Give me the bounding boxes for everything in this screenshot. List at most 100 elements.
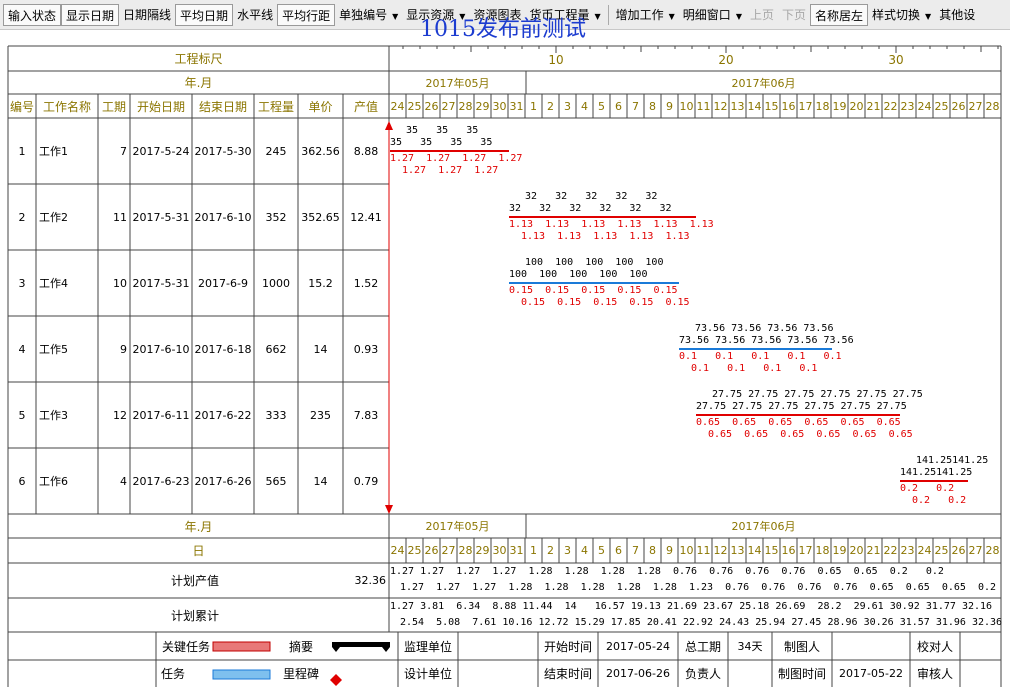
row-start: 2017-6-23 xyxy=(132,474,190,488)
top-day-cell: 21 xyxy=(866,99,881,113)
bottom-day-cell: 17 xyxy=(798,544,813,557)
row-name: 工作2 xyxy=(39,211,68,224)
bottom-day-cell: 26 xyxy=(951,544,966,557)
bottom-day-cell: 3 xyxy=(564,544,571,557)
row-end: 2017-6-18 xyxy=(194,342,252,356)
row-value: 8.88 xyxy=(353,144,379,158)
top-day-cell: 5 xyxy=(598,99,605,113)
row-id: 2 xyxy=(18,210,26,224)
supervise-unit-label: 监理单位 xyxy=(403,639,452,654)
bottom-day-cell: 30 xyxy=(492,544,507,557)
row-start: 2017-6-10 xyxy=(132,342,190,356)
bar-mid-label: 27.75 27.75 27.75 27.75 27.75 27.75 xyxy=(696,401,907,412)
bar-top-label: 27.75 27.75 27.75 27.75 27.75 27.75 xyxy=(712,389,923,400)
bottom-day-cell: 5 xyxy=(598,544,605,557)
day-label: 日 xyxy=(192,544,205,558)
bottom-day-cell: 20 xyxy=(849,544,864,557)
top-day-cell: 18 xyxy=(815,99,830,113)
bottom-day-cell: 24 xyxy=(390,544,405,557)
row-price: 15.2 xyxy=(308,276,333,290)
top-day-cell: 29 xyxy=(475,99,490,113)
row-duration: 9 xyxy=(120,342,127,356)
bar-value-label-2: 0.2 0.2 xyxy=(912,495,967,506)
maker-label: 制图人 xyxy=(783,639,820,654)
top-day-cell: 26 xyxy=(951,99,966,113)
row-price: 14 xyxy=(313,342,328,356)
row-id: 4 xyxy=(18,342,26,356)
plan_cum-line-1: 1.27 3.81 6.34 8.88 11.44 14 16.57 19.13… xyxy=(390,601,993,612)
row-id: 5 xyxy=(18,408,26,422)
end-time-label: 结束时间 xyxy=(543,667,592,681)
bar-value-label-1: 1.13 1.13 1.13 1.13 1.13 1.13 xyxy=(509,219,714,230)
legend-milestone-label: 里程碑 xyxy=(282,667,319,681)
row-value: 1.52 xyxy=(353,276,379,290)
top-day-cell: 2 xyxy=(547,99,554,113)
top-day-cell: 19 xyxy=(832,99,847,113)
checker-label: 校对人 xyxy=(916,639,953,654)
column-header-6: 单价 xyxy=(308,99,333,114)
top-day-cell: 23 xyxy=(900,99,915,113)
bottom-day-cell: 31 xyxy=(509,544,524,557)
bottom-day-cell: 7 xyxy=(632,544,639,557)
bottom-day-cell: 26 xyxy=(424,544,439,557)
plan_value-label: 计划产值 xyxy=(170,574,219,588)
row-end: 2017-6-26 xyxy=(194,474,252,488)
top-day-cell: 1 xyxy=(530,99,537,113)
row-start: 2017-5-31 xyxy=(132,276,190,290)
bar-value-label-1: 0.2 0.2 xyxy=(900,483,955,494)
top-day-cell: 27 xyxy=(441,99,456,113)
bar-value-label-2: 1.13 1.13 1.13 1.13 1.13 xyxy=(521,231,690,242)
bottom-day-cell: 12 xyxy=(713,544,728,557)
top-day-cell: 17 xyxy=(798,99,813,113)
start-time-label: 开始时间 xyxy=(543,639,592,654)
summary-bar-icon xyxy=(332,642,390,652)
bar-top-label: 32 32 32 32 32 xyxy=(525,191,658,202)
column-header-4: 结束日期 xyxy=(198,99,247,114)
top-day-cell: 28 xyxy=(985,99,1000,113)
scale-tick-label: 20 xyxy=(718,53,734,67)
row-id: 6 xyxy=(18,474,26,488)
top-day-cell: 25 xyxy=(934,99,949,113)
row-name: 工作1 xyxy=(39,145,68,158)
top-day-cell: 24 xyxy=(390,99,405,113)
top-day-cell: 9 xyxy=(666,99,673,113)
scale-label: 工程标尺 xyxy=(174,52,223,66)
bottom-day-cell: 28 xyxy=(458,544,473,557)
bottom-day-cell: 27 xyxy=(441,544,456,557)
top-day-cell: 20 xyxy=(849,99,864,113)
bottom-month-may: 2017年05月 xyxy=(425,520,490,533)
bar-value-label-1: 1.27 1.27 1.27 1.27 xyxy=(390,153,523,164)
bar-value-label-1: 0.15 0.15 0.15 0.15 0.15 xyxy=(509,285,678,296)
row-value: 0.79 xyxy=(353,474,379,488)
bar-top-label: 73.56 73.56 73.56 73.56 xyxy=(695,323,834,334)
top-day-cell: 8 xyxy=(649,99,656,113)
bottom-day-cell: 8 xyxy=(649,544,656,557)
bar-top-label: 35 35 35 xyxy=(406,125,479,136)
row-price: 362.56 xyxy=(301,144,340,158)
legend-critical-swatch xyxy=(212,641,271,652)
bottom-day-cell: 18 xyxy=(815,544,830,557)
top-day-cell: 13 xyxy=(730,99,745,113)
row-qty: 333 xyxy=(265,408,287,422)
row-start: 2017-6-11 xyxy=(132,408,190,422)
bar-mid-label: 32 32 32 32 32 32 xyxy=(509,203,672,214)
row-id: 1 xyxy=(18,144,26,158)
auditor-label: 审核人 xyxy=(916,667,953,681)
bar-value-label-1: 0.65 0.65 0.65 0.65 0.65 0.65 xyxy=(696,417,901,428)
top-day-cell: 30 xyxy=(492,99,507,113)
bottom-day-cell: 29 xyxy=(475,544,490,557)
bar-top-label: 100 100 100 100 100 xyxy=(525,257,664,268)
bottom-day-cell: 21 xyxy=(866,544,881,557)
scale-tick-label: 10 xyxy=(548,53,564,67)
top-month-label: 年.月 xyxy=(184,76,213,90)
row-price: 235 xyxy=(310,408,331,422)
end-time-value: 2017-06-26 xyxy=(606,667,670,680)
bottom-day-cell: 25 xyxy=(934,544,949,557)
top-month-may: 2017年05月 xyxy=(425,76,490,90)
bottom-day-cell: 25 xyxy=(407,544,422,557)
top-day-cell: 16 xyxy=(781,99,796,113)
total-duration-label: 总工期 xyxy=(684,639,721,654)
row-duration: 7 xyxy=(120,144,127,158)
row-duration: 10 xyxy=(113,276,127,290)
bottom-day-cell: 19 xyxy=(832,544,847,557)
